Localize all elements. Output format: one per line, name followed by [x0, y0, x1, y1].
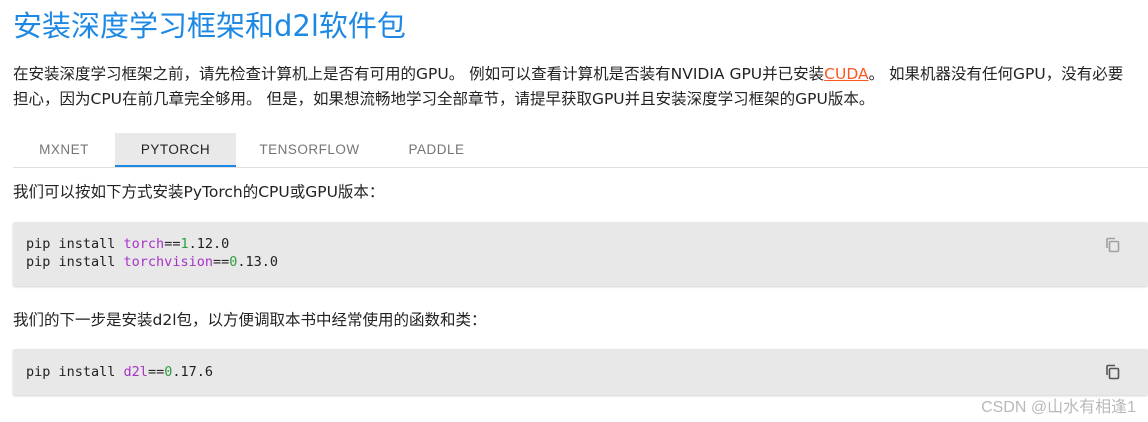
intro-paragraph: 在安装深度学习框架之前，请先检查计算机上是否有可用的GPU。 例如可以查看计算机…	[13, 62, 1138, 112]
cuda-link[interactable]: CUDA	[824, 65, 868, 83]
tab-mxnet[interactable]: MXNET	[13, 133, 115, 166]
code-line-1: pip install d2l==0.17.6	[26, 364, 213, 380]
code-block-d2l: pip install d2l==0.17.6	[13, 349, 1148, 395]
install-pytorch-text: 我们可以按如下方式安装PyTorch的CPU或GPU版本：	[13, 183, 385, 201]
framework-tabs: MXNET PYTORCH TENSORFLOW PADDLE	[13, 133, 1148, 168]
code-line-2: pip install torchvision==0.13.0	[26, 254, 278, 270]
tab-pytorch[interactable]: PYTORCH	[115, 133, 236, 167]
copy-icon[interactable]	[1104, 363, 1122, 381]
code-block-pytorch: pip install torch==1.12.0 pip install to…	[13, 222, 1148, 286]
csdn-watermark: CSDN @山水有相逢1	[981, 399, 1136, 416]
tab-tensorflow[interactable]: TENSORFLOW	[236, 133, 383, 166]
tab-paddle[interactable]: PADDLE	[383, 133, 490, 166]
page-title: 安装深度学习框架和d2l软件包	[13, 9, 406, 43]
install-d2l-text: 我们的下一步是安装d2l包，以方便调取本书中经常使用的函数和类：	[13, 311, 487, 329]
package-name: torch	[123, 236, 165, 252]
intro-text-1: 在安装深度学习框架之前，请先检查计算机上是否有可用的GPU。 例如可以查看计算机…	[13, 65, 825, 83]
package-name: torchvision	[123, 254, 213, 270]
code-text[interactable]: pip install torch==1.12.0 pip install to…	[26, 235, 278, 271]
code-line-1: pip install torch==1.12.0	[26, 236, 230, 252]
code-text[interactable]: pip install d2l==0.17.6	[26, 363, 213, 381]
copy-icon[interactable]	[1104, 236, 1122, 254]
package-name: d2l	[123, 364, 148, 380]
